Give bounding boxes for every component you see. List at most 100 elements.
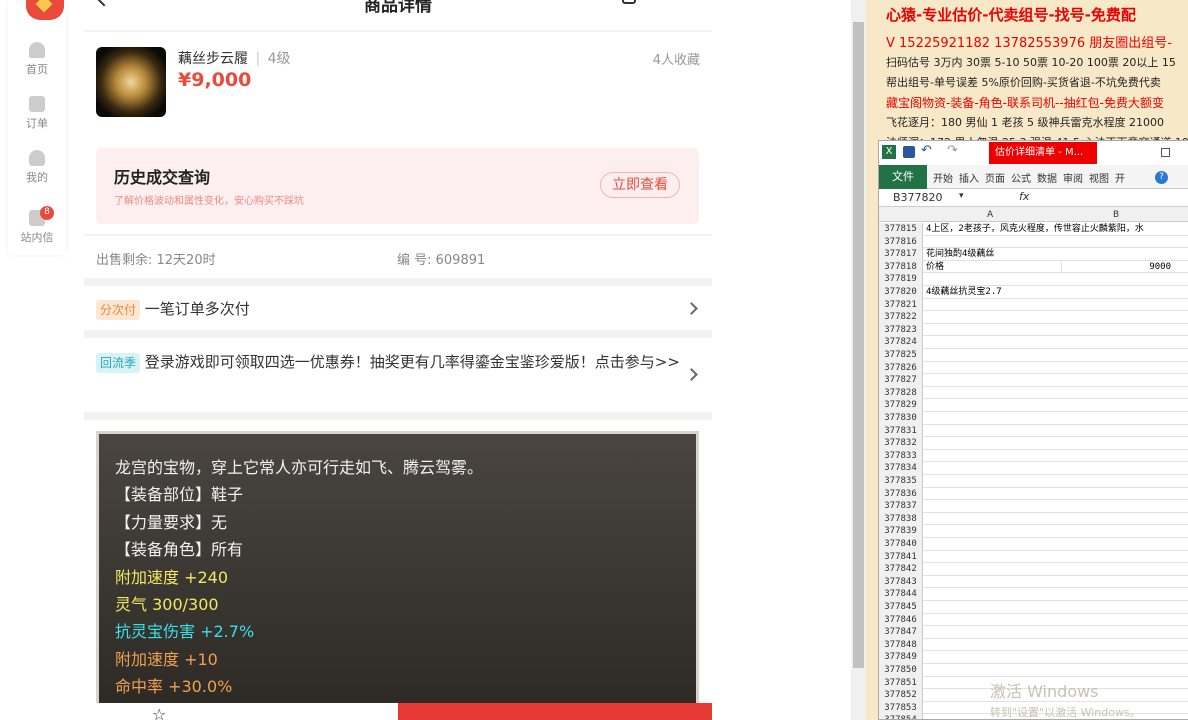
row-number[interactable]: 377815 bbox=[879, 223, 923, 236]
product-image[interactable] bbox=[96, 47, 166, 117]
row-number[interactable]: 377828 bbox=[879, 386, 923, 400]
sheet-row[interactable]: 377847 bbox=[879, 626, 1188, 639]
row-number[interactable]: 377826 bbox=[879, 361, 923, 375]
name-box[interactable]: B377820 bbox=[893, 191, 943, 204]
sheet-row[interactable]: 377843 bbox=[879, 575, 1188, 589]
sheet-row[interactable]: 377842 bbox=[879, 563, 1188, 576]
row-number[interactable]: 377844 bbox=[879, 588, 923, 601]
sheet-row[interactable]: 377817 花间独酌4级藕丝 bbox=[879, 248, 1188, 261]
row-number[interactable]: 377830 bbox=[879, 412, 923, 425]
row-number[interactable]: 377819 bbox=[879, 273, 923, 286]
row-number[interactable]: 377839 bbox=[879, 525, 923, 538]
sheet-row[interactable]: 377818 价格 9000 bbox=[879, 260, 1188, 274]
cell-a[interactable]: 4上区，2老孩子，风克火程度，传世容止火麟紫阳，水 bbox=[926, 223, 1144, 236]
row-number[interactable]: 377836 bbox=[879, 487, 923, 501]
sheet-row[interactable]: 377826 bbox=[879, 361, 1188, 375]
row-number[interactable]: 377825 bbox=[879, 349, 923, 362]
tab-file[interactable]: 文件 bbox=[879, 165, 927, 189]
sheet-row[interactable]: 377823 bbox=[879, 323, 1188, 337]
dropdown-icon[interactable]: ▾ bbox=[959, 191, 964, 201]
row-number[interactable]: 377851 bbox=[879, 676, 923, 690]
row-number[interactable]: 377846 bbox=[879, 613, 923, 627]
tab-data[interactable]: 数据 bbox=[1037, 170, 1057, 185]
sheet-row[interactable]: 377827 bbox=[879, 374, 1188, 387]
share-icon[interactable] bbox=[622, 0, 636, 4]
sheet-row[interactable]: 377836 bbox=[879, 487, 1188, 501]
nav-item-messages[interactable]: 8 站内信 bbox=[8, 206, 66, 245]
tab-review[interactable]: 审阅 bbox=[1063, 170, 1083, 185]
row-number[interactable]: 377834 bbox=[879, 462, 923, 475]
sheet-row[interactable]: 377850 bbox=[879, 664, 1188, 677]
row-number[interactable]: 377817 bbox=[879, 248, 923, 261]
nav-item-home[interactable]: 首页 bbox=[8, 42, 66, 77]
sheet-row[interactable]: 377837 bbox=[879, 500, 1188, 513]
sheet-row[interactable]: 377815 4上区，2老孩子，风克火程度，传世容止火麟紫阳，水 bbox=[879, 223, 1188, 236]
sheet-row[interactable]: 377825 bbox=[879, 349, 1188, 362]
cell-a[interactable]: 4级藕丝抗灵宝2.7 bbox=[926, 286, 1060, 299]
sheet-row[interactable]: 377834 bbox=[879, 462, 1188, 475]
sheet-row[interactable]: 377830 bbox=[879, 412, 1188, 425]
row-number[interactable]: 377837 bbox=[879, 500, 923, 513]
row-number[interactable]: 377848 bbox=[879, 638, 923, 652]
sheet-row[interactable]: 377821 bbox=[879, 298, 1188, 312]
row-number[interactable]: 377841 bbox=[879, 550, 923, 564]
buy-button[interactable] bbox=[398, 703, 712, 720]
sheet-row[interactable]: 377829 bbox=[879, 399, 1188, 412]
sheet-row[interactable]: 377846 bbox=[879, 613, 1188, 627]
sheet-row[interactable]: 377833 bbox=[879, 449, 1188, 463]
row-number[interactable]: 377822 bbox=[879, 311, 923, 324]
row-number[interactable]: 377838 bbox=[879, 512, 923, 526]
tab-formula[interactable]: 公式 bbox=[1011, 170, 1031, 185]
row-number[interactable]: 377847 bbox=[879, 626, 923, 639]
scrollbar-thumb[interactable] bbox=[853, 22, 864, 668]
undo-icon[interactable]: ↶ bbox=[921, 143, 932, 158]
sheet-row[interactable]: 377832 bbox=[879, 437, 1188, 450]
sheet-row[interactable]: 377845 bbox=[879, 601, 1188, 614]
row-number[interactable]: 377854 bbox=[879, 714, 923, 719]
row-number[interactable]: 377842 bbox=[879, 563, 923, 576]
sheet-row[interactable]: 377839 bbox=[879, 525, 1188, 538]
fx-icon[interactable]: fx bbox=[1019, 190, 1029, 203]
view-history-button[interactable]: 立即查看 bbox=[600, 172, 680, 198]
row-number[interactable]: 377821 bbox=[879, 298, 923, 312]
sheet-row[interactable]: 377848 bbox=[879, 638, 1188, 652]
row-number[interactable]: 377824 bbox=[879, 336, 923, 349]
row-number[interactable]: 377852 bbox=[879, 689, 923, 702]
sheet-row[interactable]: 377819 bbox=[879, 273, 1188, 286]
row-number[interactable]: 377831 bbox=[879, 424, 923, 438]
row-number[interactable]: 377835 bbox=[879, 475, 923, 488]
tab-home[interactable]: 开始 bbox=[933, 170, 953, 185]
tab-page[interactable]: 页面 bbox=[985, 170, 1005, 185]
sheet-row[interactable]: 377835 bbox=[879, 475, 1188, 488]
row-number[interactable]: 377820 bbox=[879, 286, 923, 299]
sheet-row[interactable]: 377816 bbox=[879, 235, 1188, 249]
row-number[interactable]: 377850 bbox=[879, 664, 923, 677]
tab-insert[interactable]: 插入 bbox=[959, 170, 979, 185]
promo-row[interactable]: 回流季 登录游戏即可领取四选一优惠券！抽奖更有几率得鎏金宝鉴珍爱版！点击参与>> bbox=[84, 338, 712, 412]
cell-a[interactable]: 价格 bbox=[926, 261, 1060, 274]
row-number[interactable]: 377853 bbox=[879, 701, 923, 715]
row-number[interactable]: 377843 bbox=[879, 575, 923, 589]
redo-icon[interactable]: ↷ bbox=[947, 143, 958, 158]
row-number[interactable]: 377829 bbox=[879, 399, 923, 412]
sheet-row[interactable]: 377838 bbox=[879, 512, 1188, 526]
column-a-header[interactable]: A bbox=[987, 210, 993, 220]
sheet-row[interactable]: 377820 4级藕丝抗灵宝2.7 bbox=[879, 286, 1188, 299]
row-number[interactable]: 377845 bbox=[879, 601, 923, 614]
tab-more[interactable]: 开 bbox=[1115, 170, 1125, 185]
row-number[interactable]: 377827 bbox=[879, 374, 923, 387]
row-number[interactable]: 377840 bbox=[879, 538, 923, 551]
sheet-row[interactable]: 377841 bbox=[879, 550, 1188, 564]
sheet-row[interactable]: 377849 bbox=[879, 651, 1188, 664]
save-icon[interactable] bbox=[903, 146, 915, 158]
column-b-header[interactable]: B bbox=[1113, 210, 1119, 220]
history-query-card[interactable]: 历史成交查询 了解价格波动和属性变化，安心购买不踩坑 立即查看 bbox=[96, 148, 699, 224]
cell-a[interactable]: 花间独酌4级藕丝 bbox=[926, 248, 1060, 261]
sheet-row[interactable]: 377822 bbox=[879, 311, 1188, 324]
row-number[interactable]: 377833 bbox=[879, 449, 923, 463]
nav-item-orders[interactable]: 订单 bbox=[8, 96, 66, 131]
installment-row[interactable]: 分次付 一笔订单多次付 bbox=[84, 286, 712, 330]
sheet-row[interactable]: 377824 bbox=[879, 336, 1188, 349]
row-number[interactable]: 377832 bbox=[879, 437, 923, 450]
row-number[interactable]: 377823 bbox=[879, 323, 923, 337]
